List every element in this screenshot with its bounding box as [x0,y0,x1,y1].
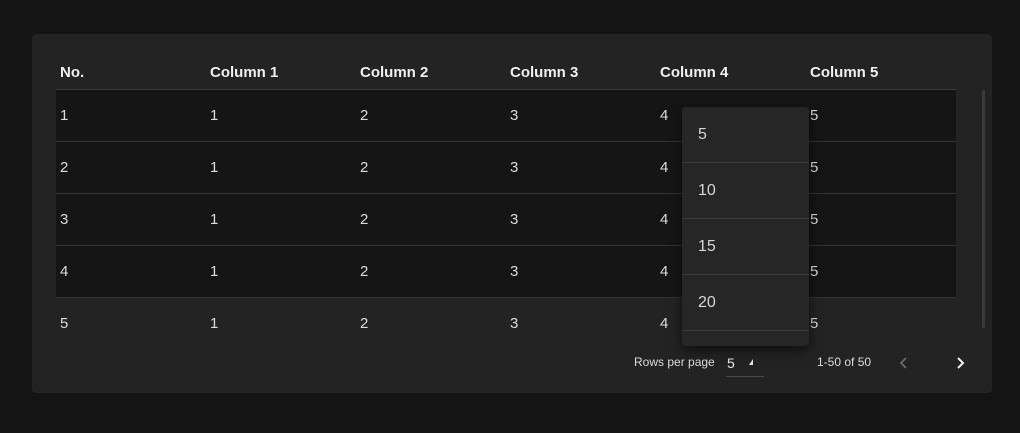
table-cell: 1 [210,107,219,124]
table-cell: 2 [360,159,369,176]
column-header[interactable]: Column 4 [656,64,806,81]
table-cell: 2 [360,315,369,332]
previous-page-button[interactable] [891,350,917,376]
column-header[interactable]: Column 1 [206,64,356,81]
rows-per-page-dropdown: 5 10 15 20 [682,107,809,346]
table-row[interactable]: 4 1 2 3 4 5 [56,246,956,298]
table-cell: 2 [360,107,369,124]
table-row[interactable]: 5 1 2 3 4 5 [56,298,956,346]
table-cell: 5 [810,211,819,228]
table-header-row: No. Column 1 Column 2 Column 3 Column 4 … [56,56,956,90]
column-header[interactable]: Column 5 [806,64,956,81]
rows-per-page-select[interactable]: 5 [726,350,764,377]
rows-per-page-value: 5 [727,355,735,371]
table-cell: 1 [210,211,219,228]
table-cell: 4 [60,263,69,280]
table-cell: 1 [210,263,219,280]
table-cell: 3 [510,263,519,280]
table-cell: 3 [510,107,519,124]
pagination-range: 1-50 of 50 [817,355,872,369]
table-cell: 5 [810,263,819,280]
table-cell: 2 [360,263,369,280]
table-cell: 3 [510,211,519,228]
table-cell: 5 [810,159,819,176]
table-cell: 2 [360,211,369,228]
table-cell: 5 [810,315,819,332]
caret-up-icon [749,359,753,365]
table-row[interactable]: 3 1 2 3 4 5 [56,194,956,246]
column-header[interactable]: No. [56,64,206,81]
table-row[interactable]: 1 1 2 3 4 5 [56,90,956,142]
table-cell: 1 [210,159,219,176]
data-table: No. Column 1 Column 2 Column 3 Column 4 … [56,56,956,346]
column-header[interactable]: Column 2 [356,64,506,81]
table-row[interactable]: 2 1 2 3 4 5 [56,142,956,194]
table-cell: 3 [510,159,519,176]
table-cell: 2 [60,159,69,176]
column-header[interactable]: Column 3 [506,64,656,81]
table-cell: 1 [60,107,69,124]
vertical-scrollbar[interactable] [982,90,985,328]
rows-per-page-label: Rows per page [634,355,715,369]
chevron-left-icon [899,357,907,369]
table-cell: 3 [60,211,69,228]
table-cell: 1 [210,315,219,332]
table-cell: 3 [510,315,519,332]
dropdown-option[interactable]: 15 [682,219,809,275]
table-pagination: Rows per page 5 1-50 of 50 [32,348,992,378]
data-table-card: No. Column 1 Column 2 Column 3 Column 4 … [32,34,992,393]
dropdown-option[interactable]: 20 [682,275,809,331]
next-page-button[interactable] [947,350,973,376]
chevron-right-icon [957,357,965,369]
dropdown-option[interactable]: 5 [682,107,809,163]
table-cell: 5 [60,315,69,332]
table-cell: 5 [810,107,819,124]
dropdown-option[interactable]: 10 [682,163,809,219]
